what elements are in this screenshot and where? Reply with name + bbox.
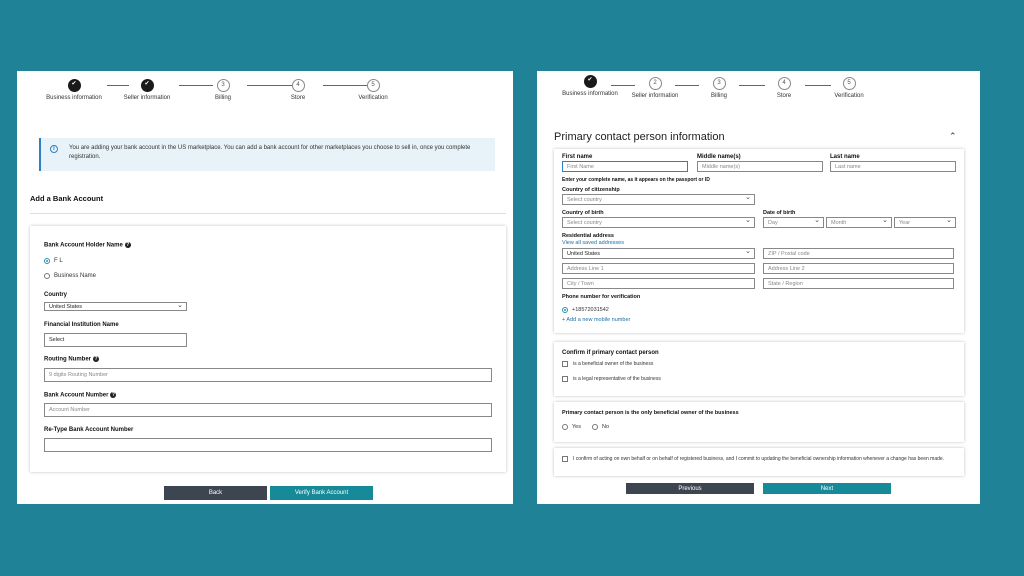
step-number: 2 — [648, 77, 662, 90]
step-number: 4 — [777, 77, 791, 90]
confirm-title: Confirm if primary contact person — [562, 350, 659, 356]
step-verification: 5 Verification — [338, 79, 408, 102]
account-label: Bank Account Number? — [44, 392, 117, 399]
help-icon[interactable]: ? — [110, 392, 117, 398]
check-icon: ✔ — [140, 79, 154, 92]
info-icon: i — [50, 145, 58, 153]
step-label: Store — [290, 95, 306, 101]
step-seller-information: 2 Seller information — [620, 77, 690, 100]
citizenship-label: Country of citizenship — [562, 187, 620, 193]
step-number: 5 — [842, 77, 856, 90]
phone-option[interactable]: +18572031542 — [562, 307, 609, 313]
step-verification: 5 Verification — [814, 77, 884, 100]
verify-bank-account-button[interactable]: Verify Bank Account — [270, 486, 373, 500]
first-name-input[interactable]: First Name — [562, 161, 688, 172]
retype-account-input[interactable] — [44, 438, 492, 452]
routing-label: Routing Number? — [44, 356, 99, 363]
institution-label: Financial Institution Name — [44, 322, 119, 328]
step-label: Seller information — [631, 93, 679, 99]
step-seller-information: ✔ Seller information — [112, 79, 182, 102]
step-business-information: ✔ Business information — [555, 75, 625, 98]
step-number: 3 — [712, 77, 726, 90]
birth-country-label: Country of birth — [562, 210, 604, 216]
acknowledgement-card: I confirm of acting on own behalf or on … — [554, 448, 964, 476]
step-billing: 3 Billing — [684, 77, 754, 100]
city-input[interactable]: City / Town — [562, 278, 755, 289]
chevron-up-icon[interactable]: ⌃ — [949, 131, 957, 142]
dob-year-select[interactable]: Year — [894, 216, 956, 228]
step-number: 4 — [291, 79, 305, 92]
next-button[interactable]: Next — [763, 483, 891, 494]
bank-account-panel: ✔ Business information ✔ Seller informat… — [17, 71, 513, 504]
phone-label: Phone number for verification — [562, 294, 641, 300]
first-name-label: First name — [562, 154, 593, 160]
institution-field[interactable]: Select — [44, 333, 187, 347]
step-business-information: ✔ Business information — [39, 79, 109, 102]
legal-representative-checkbox[interactable]: is a legal representative of the busines… — [562, 376, 661, 383]
only-owner-title: Primary contact person is the only benef… — [562, 410, 739, 416]
address-country-select[interactable]: United States — [562, 247, 755, 259]
step-label: Business information — [46, 95, 102, 101]
step-label: Verification — [834, 93, 864, 99]
contact-details-card: First name First Name Middle name(s) Mid… — [554, 149, 964, 333]
holder-option-name[interactable]: F L — [44, 258, 63, 264]
confirm-role-card: Confirm if primary contact person is a b… — [554, 342, 964, 396]
step-label: Billing — [710, 93, 727, 99]
zip-input[interactable]: ZIP / Postal code — [763, 248, 954, 259]
address-line1-input[interactable]: Address Line 1 — [562, 263, 755, 274]
previous-button[interactable]: Previous — [626, 483, 754, 494]
citizenship-select[interactable]: Select country — [562, 193, 755, 205]
middle-name-input[interactable]: Middle name(s) — [697, 161, 823, 172]
name-hint: Enter your complete name, as it appears … — [562, 177, 710, 183]
step-store: 4 Store — [263, 79, 333, 102]
country-label: Country — [44, 292, 67, 298]
only-owner-card: Primary contact person is the only benef… — [554, 402, 964, 442]
divider — [30, 213, 506, 214]
section-title: Primary contact person information — [554, 131, 725, 143]
registration-stepper: ✔ Business information 2 Seller informat… — [537, 71, 980, 111]
step-label: Business information — [562, 91, 618, 97]
step-store: 4 Store — [749, 77, 819, 100]
step-label: Store — [776, 93, 792, 99]
address-line2-input[interactable]: Address Line 2 — [763, 263, 954, 274]
dob-day-select[interactable]: Day — [763, 216, 824, 228]
dob-label: Date of birth — [763, 210, 796, 216]
primary-contact-panel: ✔ Business information 2 Seller informat… — [537, 71, 980, 504]
beneficial-owner-checkbox[interactable]: is a beneficial owner of the business — [562, 361, 653, 368]
step-label: Verification — [358, 95, 388, 101]
view-saved-addresses-link[interactable]: View all saved addresses — [562, 240, 624, 246]
only-owner-yes-radio[interactable]: Yes — [562, 424, 581, 430]
check-icon: ✔ — [583, 75, 597, 88]
check-icon: ✔ — [67, 79, 81, 92]
step-billing: 3 Billing — [188, 79, 258, 102]
last-name-input[interactable]: Last name — [830, 161, 956, 172]
help-icon[interactable]: ? — [93, 356, 99, 362]
country-select[interactable]: United States — [44, 301, 187, 311]
holder-name-label: Bank Account Holder Name? — [44, 242, 131, 249]
holder-option-business[interactable]: Business Name — [44, 273, 96, 279]
birth-country-select[interactable]: Select country — [562, 216, 755, 228]
acknowledgement-checkbox[interactable]: I confirm of acting on own behalf or on … — [562, 456, 957, 463]
retype-label: Re-Type Bank Account Number — [44, 427, 134, 433]
marketplace-info-banner: i You are adding your bank account in th… — [39, 138, 495, 171]
bank-account-card: Bank Account Holder Name? F L Business N… — [30, 226, 506, 472]
help-icon[interactable]: ? — [124, 242, 131, 248]
state-input[interactable]: State / Region — [763, 278, 954, 289]
address-label: Residential address — [562, 233, 614, 239]
registration-stepper: ✔ Business information ✔ Seller informat… — [17, 71, 513, 111]
step-number: 5 — [366, 79, 380, 92]
section-title: Add a Bank Account — [30, 194, 104, 203]
dob-month-select[interactable]: Month — [826, 216, 892, 228]
middle-name-label: Middle name(s) — [697, 154, 741, 160]
step-label: Billing — [214, 95, 231, 101]
only-owner-no-radio[interactable]: No — [592, 424, 609, 430]
account-input[interactable]: Account Number — [44, 403, 492, 417]
back-button[interactable]: Back — [164, 486, 267, 500]
step-number: 3 — [216, 79, 230, 92]
step-label: Seller information — [123, 95, 171, 101]
add-mobile-number-link[interactable]: + Add a new mobile number — [562, 317, 630, 323]
info-text: You are adding your bank account in the … — [69, 145, 471, 160]
routing-input[interactable]: 9 digits Routing Number — [44, 368, 492, 382]
last-name-label: Last name — [830, 154, 860, 160]
